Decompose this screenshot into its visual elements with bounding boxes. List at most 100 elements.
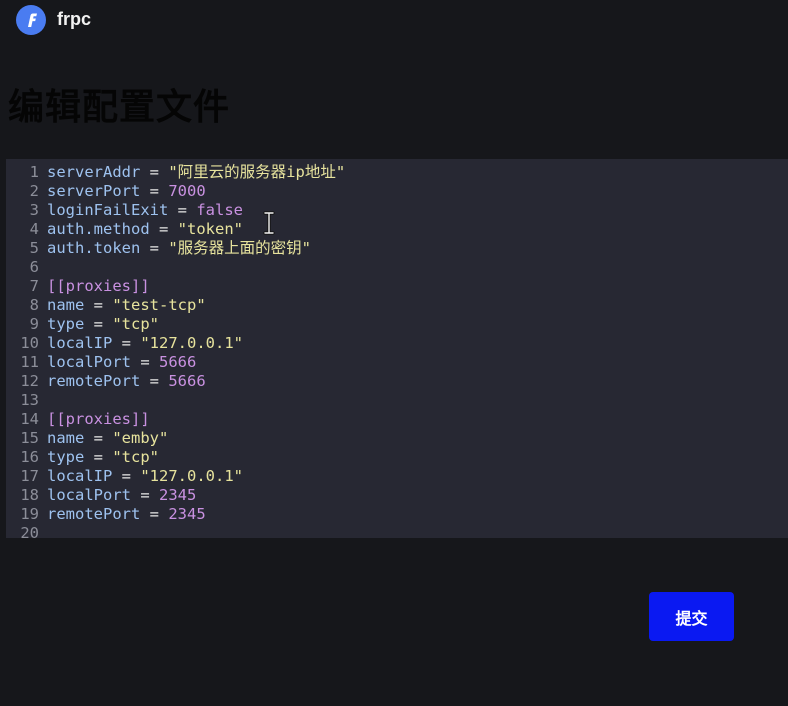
line-content[interactable]: auth.method = "token" xyxy=(47,220,243,239)
line-content[interactable]: [[proxies]] xyxy=(47,410,150,429)
code-token: = xyxy=(140,505,169,523)
code-line[interactable]: 6 xyxy=(6,258,788,277)
code-token: remotePort xyxy=(47,372,141,390)
code-token: loginFailExit xyxy=(47,201,169,219)
line-number: 19 xyxy=(20,505,39,523)
line-content[interactable]: loginFailExit = false xyxy=(47,201,243,220)
code-token: 2345 xyxy=(159,486,197,504)
line-content[interactable]: localPort = 2345 xyxy=(47,486,196,505)
code-token: = xyxy=(168,201,197,219)
line-number: 18 xyxy=(20,486,39,504)
line-content[interactable]: remotePort = 2345 xyxy=(47,505,206,524)
line-number: 16 xyxy=(20,448,39,466)
code-line[interactable]: 13 xyxy=(6,391,788,410)
line-number: 7 xyxy=(29,277,39,295)
code-line[interactable]: 4 auth.method = "token" xyxy=(6,220,788,239)
code-line[interactable]: 20 xyxy=(6,524,788,538)
code-token: = xyxy=(131,486,159,504)
line-number: 14 xyxy=(20,410,39,428)
code-line[interactable]: 19 remotePort = 2345 xyxy=(6,505,788,524)
frp-logo-icon[interactable] xyxy=(16,5,46,35)
code-token: = xyxy=(140,372,169,390)
code-token: = xyxy=(140,239,169,257)
config-editor[interactable]: 1 serverAddr = "阿里云的服务器ip地址" 2 serverPort =… xyxy=(6,159,788,538)
code-line[interactable]: 1 serverAddr = "阿里云的服务器ip地址" xyxy=(6,163,788,182)
line-number: 5 xyxy=(29,239,39,257)
code-token: "token" xyxy=(177,220,243,238)
line-content[interactable]: auth.token = "服务器上面的密钥" xyxy=(47,239,311,258)
code-token: auth.method xyxy=(47,220,150,238)
code-line[interactable]: 10 localIP = "127.0.0.1" xyxy=(6,334,788,353)
line-number: 17 xyxy=(20,467,39,485)
code-line[interactable]: 2 serverPort = 7000 xyxy=(6,182,788,201)
line-content[interactable]: name = "test-tcp" xyxy=(47,296,206,315)
code-token: type xyxy=(47,315,85,333)
code-line[interactable]: 12 remotePort = 5666 xyxy=(6,372,788,391)
line-number: 6 xyxy=(29,258,39,276)
line-number: 12 xyxy=(20,372,39,390)
submit-button[interactable]: 提交 xyxy=(649,592,734,641)
line-number: 13 xyxy=(20,391,39,409)
line-number: 15 xyxy=(20,429,39,447)
line-number: 8 xyxy=(29,296,39,314)
code-line[interactable]: 11 localPort = 5666 xyxy=(6,353,788,372)
code-token: = xyxy=(84,448,113,466)
line-content[interactable]: serverAddr = "阿里云的服务器ip地址" xyxy=(47,163,345,182)
line-content[interactable]: type = "tcp" xyxy=(47,315,159,334)
code-line[interactable]: 14 [[proxies]] xyxy=(6,410,788,429)
code-token: = xyxy=(84,296,113,314)
line-content[interactable]: name = "emby" xyxy=(47,429,168,448)
line-number: 3 xyxy=(29,201,39,219)
code-line[interactable]: 18 localPort = 2345 xyxy=(6,486,788,505)
code-token: [[proxies]] xyxy=(47,410,150,428)
code-token: localPort xyxy=(47,486,131,504)
code-token: serverAddr xyxy=(47,163,141,181)
code-line[interactable]: 16 type = "tcp" xyxy=(6,448,788,467)
code-line[interactable]: 9 type = "tcp" xyxy=(6,315,788,334)
code-token: [[proxies]] xyxy=(47,277,150,295)
line-number: 11 xyxy=(20,353,39,371)
code-token: "emby" xyxy=(112,429,169,447)
code-token: 7000 xyxy=(168,182,206,200)
code-token: = xyxy=(84,429,113,447)
line-content[interactable]: localIP = "127.0.0.1" xyxy=(47,467,243,486)
code-token: = xyxy=(84,315,113,333)
code-line[interactable]: 8 name = "test-tcp" xyxy=(6,296,788,315)
line-number: 2 xyxy=(29,182,39,200)
line-content[interactable]: [[proxies]] xyxy=(47,277,150,296)
code-token: remotePort xyxy=(47,505,141,523)
line-number: 1 xyxy=(29,163,39,181)
code-token: = xyxy=(112,334,141,352)
line-content[interactable]: type = "tcp" xyxy=(47,448,159,467)
code-token: 5666 xyxy=(159,353,197,371)
code-token: "tcp" xyxy=(112,448,159,466)
code-line[interactable]: 7 [[proxies]] xyxy=(6,277,788,296)
code-line[interactable]: 15 name = "emby" xyxy=(6,429,788,448)
code-token: serverPort xyxy=(47,182,141,200)
line-content[interactable]: localPort = 5666 xyxy=(47,353,196,372)
code-lines[interactable]: 1 serverAddr = "阿里云的服务器ip地址" 2 serverPort =… xyxy=(6,163,788,538)
code-token: = xyxy=(140,182,169,200)
page-title: 编辑配置文件 xyxy=(8,87,231,128)
code-token: = xyxy=(112,467,141,485)
code-token: localIP xyxy=(47,334,113,352)
line-content[interactable]: localIP = "127.0.0.1" xyxy=(47,334,243,353)
app-name: frpc xyxy=(57,9,92,29)
code-token: localIP xyxy=(47,467,113,485)
line-number: 20 xyxy=(20,524,39,538)
line-number: 4 xyxy=(29,220,39,238)
code-token: "test-tcp" xyxy=(112,296,206,314)
code-token: 2345 xyxy=(168,505,206,523)
code-token: localPort xyxy=(47,353,131,371)
header-bar: frpc xyxy=(0,0,788,40)
app-window: frpc 编辑配置文件 1 serverAddr = "阿里云的服务器ip地址" 2… xyxy=(0,0,788,706)
code-line[interactable]: 3 loginFailExit = false xyxy=(6,201,788,220)
code-line[interactable]: 17 localIP = "127.0.0.1" xyxy=(6,467,788,486)
code-token: "服务器上面的密钥" xyxy=(168,239,311,257)
line-content[interactable]: remotePort = 5666 xyxy=(47,372,206,391)
code-line[interactable]: 5 auth.token = "服务器上面的密钥" xyxy=(6,239,788,258)
code-token: = xyxy=(149,220,178,238)
code-token: auth.token xyxy=(47,239,141,257)
line-content[interactable]: serverPort = 7000 xyxy=(47,182,206,201)
code-token: 5666 xyxy=(168,372,206,390)
